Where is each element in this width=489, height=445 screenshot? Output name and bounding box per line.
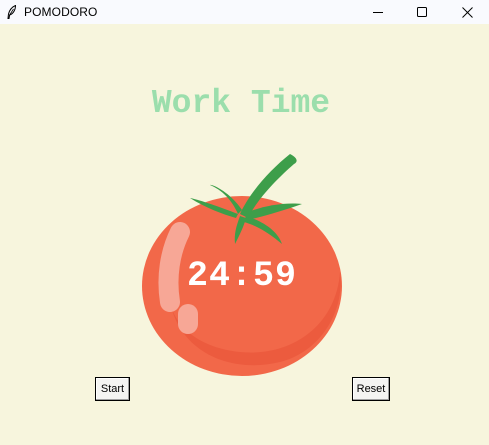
minimize-icon — [373, 12, 383, 13]
window-title: POMODORO — [24, 5, 98, 19]
timer-display: 24:59 — [186, 256, 298, 296]
minimize-button[interactable] — [355, 0, 401, 24]
reset-button[interactable]: Reset — [352, 377, 390, 401]
maximize-button[interactable] — [399, 0, 445, 24]
maximize-icon — [417, 7, 427, 17]
title-bar[interactable]: POMODORO — [0, 0, 489, 24]
feather-icon — [0, 0, 24, 24]
canvas-area: Work Time 24:59 Start Reset — [0, 24, 489, 445]
app-window: POMODORO Work Time 24:59 Start Reset — [0, 0, 489, 445]
close-icon — [461, 6, 473, 18]
close-button[interactable] — [444, 0, 489, 24]
page-title: Work Time — [151, 85, 331, 122]
start-button[interactable]: Start — [95, 377, 130, 401]
